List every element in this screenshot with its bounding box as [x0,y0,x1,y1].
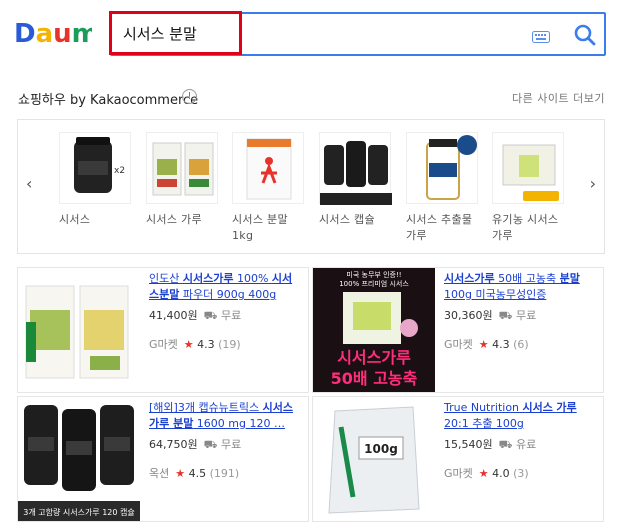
carousel-item-label: 유기농 시서스 가루 [492,213,559,242]
carousel-next-icon[interactable]: › [590,174,596,193]
carousel-item[interactable]: 시서스 가루 [146,132,222,228]
product-thumbnail [146,132,218,204]
product-card[interactable]: 3개 고함량 시서스가루 120 캡슐 [해외]3개 캡슈뉴트릭스 시서스 가루… [17,396,309,522]
image-caption: 3개 고함량 시서스가루 120 캡슐 [23,507,135,517]
carousel-item-label: 시서스 가루 [146,213,202,226]
banner-mid: 100% 프리미엄 시서스 [339,279,409,288]
review-count: (6) [513,338,529,351]
price-row: 30,360원 ⛟ 무료 [444,307,596,324]
product-info: 시서스가루 50배 고농축 분말 100g 미국농무성인증 30,360원 ⛟ 무… [444,271,596,352]
product-thumbnail [319,132,392,205]
carousel-item[interactable]: 유기농 시서스 가루 [492,132,568,244]
rating: 4.3 [197,338,215,351]
product-title-link[interactable]: 인도산 시서스가루 100% 시서스분말 파우더 900g 400g [149,271,301,303]
search-bar [109,11,606,56]
banner-top: 미국 농무부 인증!! [346,270,401,279]
more-sites-link[interactable]: 다른 사이트 더보기 [512,90,605,106]
related-products-carousel: ‹ › x2 시서스 시서스 가루 시서스 분말 1kg 시서스 캡슐 시서스 … [17,119,605,254]
truck-icon: ⛟ [203,438,218,451]
bag-label: 100g [364,442,398,456]
carousel-item[interactable]: 시서스 캡슐 [319,132,395,228]
product-thumbnail [232,132,304,204]
price: 30,360원 [444,309,493,322]
price: 15,540원 [444,438,493,451]
carousel-item[interactable]: x2 시서스 [59,132,135,228]
price-row: 15,540원 ⛟ 유료 [444,436,596,453]
seller-name: G마켓 [149,338,178,351]
rating: 4.0 [492,467,510,480]
info-icon[interactable]: ! [182,89,197,104]
product-thumbnail: x2 [59,132,131,204]
product-info: 인도산 시서스가루 100% 시서스분말 파우더 900g 400g 41,40… [149,271,301,352]
shopping-section-title: 쇼핑하우 by Kakaocommerce [18,93,199,108]
svg-text:Daum: Daum [14,19,92,48]
product-title-link[interactable]: 시서스가루 50배 고농축 분말 100g 미국농무성인증 [444,271,596,303]
product-info: [해외]3개 캡슈뉴트릭스 시서스 가루 분말 1600 mg 120 … 64… [149,400,301,481]
star-icon: ★ [183,338,194,351]
product-image[interactable]: 미국 농무부 인증!! 100% 프리미엄 시서스 시서스가루 50배 고농축 [313,268,435,392]
rating: 4.5 [188,467,207,480]
seller-row: 옥션 ★ 4.5 (191) [149,465,301,481]
daum-logo[interactable]: Daum [14,18,92,48]
product-thumbnail [406,132,478,204]
seller-row: G마켓 ★ 4.3 (6) [444,336,596,352]
carousel-item-label: 시서스 추출물 가루 [406,213,473,242]
star-icon: ★ [478,338,489,351]
shipping-info: ⛟ 무료 [498,309,537,322]
seller-name: G마켓 [444,338,473,351]
carousel-item-label: 시서스 [59,213,91,226]
truck-icon: ⛟ [203,309,218,322]
star-icon: ★ [175,467,186,480]
product-card[interactable]: 100g True Nutrition 시서스 가루 20:1 추출 100g … [312,396,604,522]
carousel-item-label: 시서스 캡슐 [319,213,375,226]
rating: 4.3 [492,338,510,351]
seller-name: 옥션 [149,467,170,480]
star-icon: ★ [478,467,489,480]
product-card[interactable]: 미국 농무부 인증!! 100% 프리미엄 시서스 시서스가루 50배 고농축 … [312,267,604,393]
carousel-item[interactable]: 시서스 추출물 가루 [406,132,482,244]
carousel-prev-icon[interactable]: ‹ [26,174,32,193]
price: 41,400원 [149,309,198,322]
search-input[interactable] [109,11,242,55]
product-title-link[interactable]: [해외]3개 캡슈뉴트릭스 시서스 가루 분말 1600 mg 120 … [149,400,301,432]
truck-icon: ⛟ [498,438,513,451]
product-info: True Nutrition 시서스 가루 20:1 추출 100g 15,54… [444,400,596,481]
product-card[interactable]: 인도산 시서스가루 100% 시서스분말 파우더 900g 400g 41,40… [17,267,309,393]
shipping-info: ⛟ 무료 [203,309,242,322]
review-count: (191) [209,467,240,480]
shipping-info: ⛟ 유료 [498,438,537,451]
price: 64,750원 [149,438,198,451]
keyboard-icon[interactable] [532,28,550,47]
search-icon[interactable] [572,22,598,48]
shipping-info: ⛟ 무료 [203,438,242,451]
svg-text:x2: x2 [114,166,125,176]
banner-big-1: 시서스가루 [337,348,411,367]
product-thumbnail [492,132,564,204]
product-image[interactable]: 100g [313,397,435,521]
product-image[interactable] [18,268,140,392]
seller-row: G마켓 ★ 4.0 (3) [444,465,596,481]
carousel-item[interactable]: 시서스 분말 1kg [232,132,308,244]
review-count: (3) [513,467,529,480]
carousel-item-label: 시서스 분말 1kg [232,213,288,242]
product-title-link[interactable]: True Nutrition 시서스 가루 20:1 추출 100g [444,400,596,432]
truck-icon: ⛟ [498,309,513,322]
price-row: 41,400원 ⛟ 무료 [149,307,301,324]
seller-name: G마켓 [444,467,473,480]
product-image[interactable]: 3개 고함량 시서스가루 120 캡슐 [18,397,140,521]
banner-big-2: 50배 고농축 [331,369,418,388]
seller-row: G마켓 ★ 4.3 (19) [149,336,301,352]
price-row: 64,750원 ⛟ 무료 [149,436,301,453]
review-count: (19) [218,338,241,351]
